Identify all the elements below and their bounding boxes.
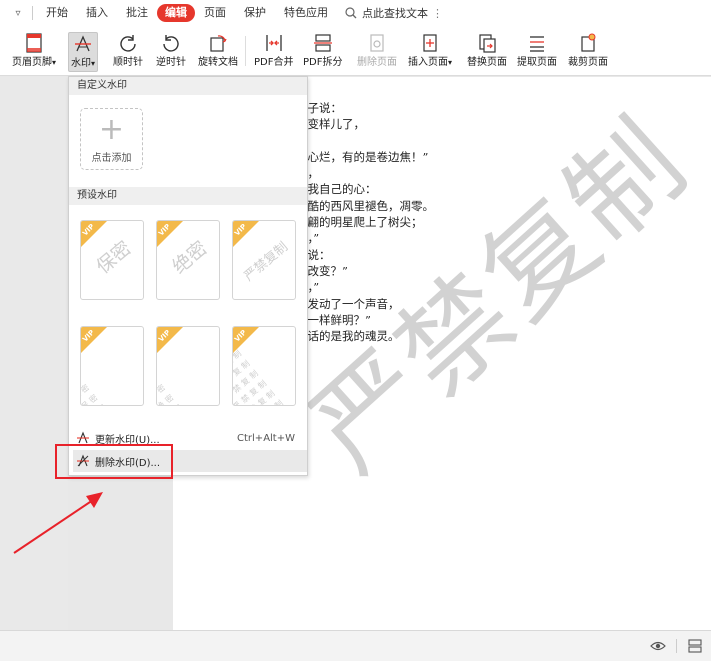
- preset-watermark-header: 预设水印: [69, 187, 307, 205]
- menu-start[interactable]: 开始: [37, 4, 77, 22]
- search-label: 点此查找文本: [362, 7, 428, 20]
- pdf-merge-icon: [266, 35, 282, 51]
- ribbon-toolbar: 页眉页脚▾ 水印▾ 顺时针 逆时针 旋转文档 PDF合并 PDF拆分 删除页面 …: [0, 26, 711, 76]
- annotation-highlight-box: [55, 444, 173, 479]
- doc-line: 是一样鲜明？”: [296, 312, 371, 327]
- page-view-icon[interactable]: [688, 639, 702, 653]
- preset-tiled-watermark-tile[interactable]: 保密 保密 保密 保密 保密 保密 VIP: [80, 326, 144, 406]
- quick-access-dropdown-icon[interactable]: ▿: [8, 8, 28, 19]
- doc-line: 又发动了一个声音，: [296, 296, 400, 311]
- pdf-split-icon: [313, 34, 332, 52]
- doc-line: 儿，”: [296, 279, 434, 295]
- document-text: 叶子说： 又变样儿了， 油心烂，有的是卷边焦！” 已， 是我自己的心： 冷酷的西…: [296, 100, 434, 344]
- annotation-arrow-icon: [13, 492, 103, 554]
- status-bar: [0, 630, 711, 661]
- doc-line: [296, 133, 434, 149]
- watermark-label: 水印: [71, 58, 91, 69]
- doc-line: 走翩的明星爬上了树尖；: [296, 215, 423, 230]
- menu-comment[interactable]: 批注: [117, 4, 157, 22]
- replace-page-label: 替换页面: [467, 57, 507, 68]
- menu-features[interactable]: 特色应用: [275, 4, 337, 22]
- extract-page-icon: [530, 36, 544, 52]
- more-icon[interactable]: ⋮: [432, 7, 443, 20]
- menu-bar: ▿ 开始 插入 批注 编辑 页面 保护 特色应用 点此查找文本 ⋮: [0, 0, 711, 26]
- update-watermark-shortcut: Ctrl+Alt+W: [237, 432, 295, 444]
- menu-separator: [32, 6, 33, 20]
- delete-page-button[interactable]: 删除页面: [357, 32, 397, 74]
- insert-page-button[interactable]: 插入页面▾: [408, 32, 452, 74]
- extract-page-label: 提取页面: [517, 57, 557, 68]
- vip-badge: VIP: [157, 327, 191, 361]
- add-watermark-label: 点击添加: [91, 152, 132, 164]
- preset-watermark-tile[interactable]: 绝密 VIP: [156, 220, 220, 300]
- menu-protect[interactable]: 保护: [235, 4, 275, 22]
- menu-page[interactable]: 页面: [195, 4, 235, 22]
- insert-page-caret: ▾: [448, 58, 453, 67]
- eye-icon[interactable]: [650, 639, 666, 653]
- app-window: ▿ 开始 插入 批注 编辑 页面 保护 特色应用 点此查找文本 ⋮ 页眉页脚▾: [0, 0, 711, 661]
- doc-line: 油心烂，有的是卷边焦！”: [296, 149, 429, 164]
- rotate-counterclockwise-button[interactable]: 逆时针: [156, 32, 186, 74]
- vip-badge: VIP: [233, 327, 267, 361]
- vip-badge: VIP: [157, 221, 191, 255]
- custom-watermark-header: 自定义水印: [69, 77, 307, 95]
- rotate-clockwise-button[interactable]: 顺时针: [113, 32, 143, 74]
- watermark-button[interactable]: 水印▾: [68, 32, 99, 72]
- pdf-merge-label: PDF合并: [254, 57, 294, 68]
- header-footer-icon: [26, 33, 42, 53]
- extract-page-button[interactable]: 提取页面: [517, 32, 557, 74]
- doc-line: 佛说：: [296, 247, 331, 262]
- preset-watermark-tile[interactable]: 保密 VIP: [80, 220, 144, 300]
- window-corner: [0, 0, 8, 26]
- rotate-clockwise-label: 顺时针: [113, 57, 143, 68]
- watermark-icon: [75, 35, 91, 52]
- plus-icon: +: [98, 111, 125, 147]
- doc-line: 香话的是我的魂灵。: [296, 329, 400, 344]
- header-footer-label: 页眉页脚: [12, 57, 52, 68]
- doc-line: 是我自己的心：: [296, 182, 377, 197]
- rotate-counterclockwise-icon: [163, 35, 179, 52]
- rotate-clockwise-icon: [120, 35, 136, 52]
- doc-line: 又变样儿了，: [296, 117, 365, 132]
- rotate-counterclockwise-label: 逆时针: [156, 57, 186, 68]
- search-box[interactable]: 点此查找文本 ⋮: [345, 5, 443, 21]
- watermark-dropdown: 自定义水印 + 点击添加 预设水印 保密 VIP 绝密 VIP 严禁复制 VIP…: [68, 76, 308, 476]
- insert-page-icon: [423, 34, 437, 52]
- doc-line: 儿，”: [296, 230, 434, 246]
- replace-page-button[interactable]: 替换页面: [467, 32, 507, 74]
- crop-page-label: 裁剪页面: [568, 57, 608, 68]
- watermark-caret: ▾: [91, 59, 96, 68]
- doc-line: 冷酷的西风里褪色，凋零。: [296, 198, 434, 213]
- add-watermark-tile[interactable]: + 点击添加: [80, 108, 143, 170]
- insert-page-label: 插入页面: [408, 57, 448, 68]
- status-separator: [676, 639, 677, 653]
- replace-page-icon: [479, 34, 496, 53]
- vip-badge: VIP: [81, 221, 115, 255]
- rotate-document-icon: [210, 35, 227, 52]
- pdf-split-button[interactable]: PDF拆分: [303, 32, 342, 74]
- rotate-document-button[interactable]: 旋转文档: [198, 32, 238, 74]
- delete-page-label: 删除页面: [357, 57, 397, 68]
- doc-line: 有改变？”: [296, 263, 348, 278]
- search-icon: [345, 7, 357, 19]
- preset-watermark-tile[interactable]: 严禁复制 VIP: [232, 220, 296, 300]
- crop-page-icon: [581, 33, 596, 52]
- pdf-split-label: PDF拆分: [303, 57, 343, 68]
- pdf-merge-button[interactable]: PDF合并: [254, 32, 293, 74]
- menu-insert[interactable]: 插入: [77, 4, 117, 22]
- vip-badge: VIP: [81, 327, 115, 361]
- menu-edit[interactable]: 编辑: [157, 4, 195, 22]
- header-footer-button[interactable]: 页眉页脚▾: [12, 32, 56, 74]
- crop-page-button[interactable]: 裁剪页面: [568, 32, 608, 74]
- preset-tiled-watermark-tile[interactable]: 绝密 绝密 绝密 绝密 绝密 绝密 VIP: [156, 326, 220, 406]
- ribbon-separator: [245, 36, 246, 66]
- delete-page-icon: [370, 34, 384, 52]
- doc-line: 叶子说：: [296, 101, 342, 115]
- doc-line: 已，: [296, 165, 434, 181]
- vip-badge: VIP: [233, 221, 267, 255]
- update-watermark-icon: [77, 431, 89, 444]
- preset-tiled-watermark-tile[interactable]: 严禁复制 严禁复制 严禁复制 严禁复制 严禁复制 严禁复制 VIP: [232, 326, 296, 406]
- rotate-document-label: 旋转文档: [198, 57, 238, 68]
- header-footer-caret: ▾: [52, 58, 57, 67]
